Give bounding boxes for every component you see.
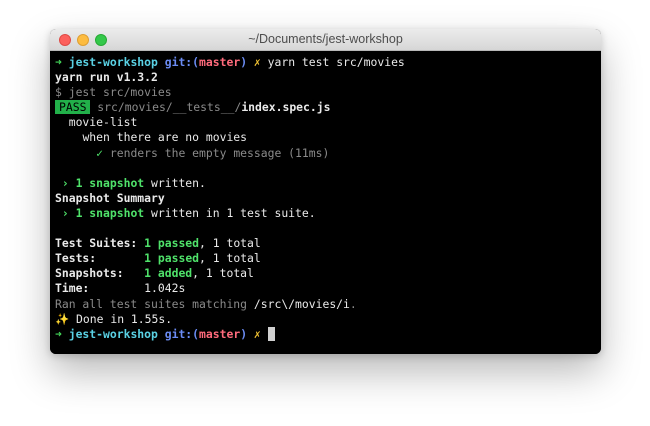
prompt-paren-open: (: [192, 326, 200, 341]
jest-command: $ jest src/movies: [55, 85, 172, 100]
check-icon: ✓: [96, 145, 104, 160]
prompt-arrow-icon: ➜: [55, 326, 62, 341]
ran-suffix: .: [349, 296, 357, 311]
snapshot-count: 1 snapshot: [75, 175, 145, 190]
snapshots-added: 1 added: [144, 266, 193, 281]
snapshot-written-line: › 1 snapshot written.: [55, 176, 601, 191]
prompt-dirty-icon: ✗: [253, 55, 261, 69]
time-value: 1.042s: [144, 281, 186, 296]
time-line: Time: 1.042s: [55, 281, 601, 296]
pass-badge: PASS: [55, 100, 91, 115]
test-name: renders the empty message (11ms): [109, 145, 330, 160]
jest-command-line: $ jest src/movies: [55, 85, 601, 100]
describe-name: when there are no movies: [82, 130, 248, 145]
snapshot-written-text: written.: [151, 175, 206, 190]
tests-passed: 1 passed: [144, 251, 200, 266]
suite-line: movie-list: [55, 115, 601, 130]
prompt-paren-close: ): [240, 55, 248, 69]
ran-all-line: Ran all test suites matching /src\/movie…: [55, 297, 601, 312]
suite-name: movie-list: [68, 115, 138, 130]
snapshots-line: Snapshots: 1 added, 1 total: [55, 266, 601, 281]
ran-pattern: /src\/movies/i: [253, 296, 350, 311]
prompt-line: ➜ jest-workshop git:(master) ✗ yarn test…: [55, 55, 601, 70]
snapshot-summary-title-line: Snapshot Summary: [55, 191, 601, 206]
test-path-file: index.spec.js: [241, 100, 331, 115]
done-line: ✨ Done in 1.55s.: [55, 312, 601, 327]
snapshot-chevron-icon: ›: [61, 175, 69, 190]
prompt-directory: jest-workshop: [68, 55, 158, 69]
text-cursor: [267, 326, 275, 341]
prompt-line-current[interactable]: ➜ jest-workshop git:(master) ✗: [55, 326, 601, 342]
time-label: Time:: [55, 281, 90, 296]
window-title: ~/Documents/jest-workshop: [248, 32, 403, 46]
test-result-line: ✓ renders the empty message (11ms): [55, 146, 601, 161]
ran-prefix: Ran all test suites matching: [55, 296, 248, 311]
terminal-window: ~/Documents/jest-workshop ➜ jest-worksho…: [50, 29, 601, 354]
prompt-git-label: git:: [164, 326, 193, 341]
summary-written-text: written in 1 test suite.: [151, 205, 316, 220]
describe-line: when there are no movies: [55, 130, 601, 145]
sparkles-icon: ✨: [55, 311, 70, 326]
tests-label: Tests:: [55, 251, 97, 266]
prompt-paren-open: (: [192, 55, 200, 69]
tests-total: , 1 total: [199, 251, 261, 266]
snapshots-total: , 1 total: [192, 266, 254, 281]
test-suites-total: , 1 total: [199, 236, 261, 251]
tests-line: Tests: 1 passed, 1 total: [55, 251, 601, 266]
snapshot-summary-line: › 1 snapshot written in 1 test suite.: [55, 206, 601, 221]
prompt-git-label: git:: [164, 55, 193, 69]
prompt-paren-close: ): [240, 326, 248, 341]
test-suites-passed: 1 passed: [144, 236, 200, 251]
yarn-version: yarn run v1.3.2: [55, 70, 158, 85]
pass-line: PASS src/movies/__tests__/index.spec.js: [55, 100, 601, 115]
test-suites-label: Test Suites:: [55, 236, 138, 251]
summary-snapshot-count: 1 snapshot: [75, 205, 145, 220]
prompt-branch: master: [199, 326, 241, 341]
summary-chevron-icon: ›: [61, 205, 69, 220]
prompt-branch: master: [199, 55, 241, 69]
terminal-output[interactable]: ➜ jest-workshop git:(master) ✗ yarn test…: [50, 52, 601, 354]
title-bar: ~/Documents/jest-workshop: [50, 29, 601, 51]
test-suites-line: Test Suites: 1 passed, 1 total: [55, 236, 601, 251]
done-text: Done in 1.55s.: [76, 311, 173, 326]
command-text: yarn test src/movies: [267, 55, 405, 69]
test-path-dir: src/movies/__tests__/: [97, 100, 242, 115]
yarn-version-line: yarn run v1.3.2: [55, 70, 601, 85]
snapshots-label: Snapshots:: [55, 266, 124, 281]
prompt-arrow-icon: ➜: [55, 55, 62, 69]
snapshot-summary-title: Snapshot Summary: [55, 190, 165, 205]
prompt-directory: jest-workshop: [68, 326, 158, 341]
prompt-dirty-icon: ✗: [253, 326, 261, 341]
